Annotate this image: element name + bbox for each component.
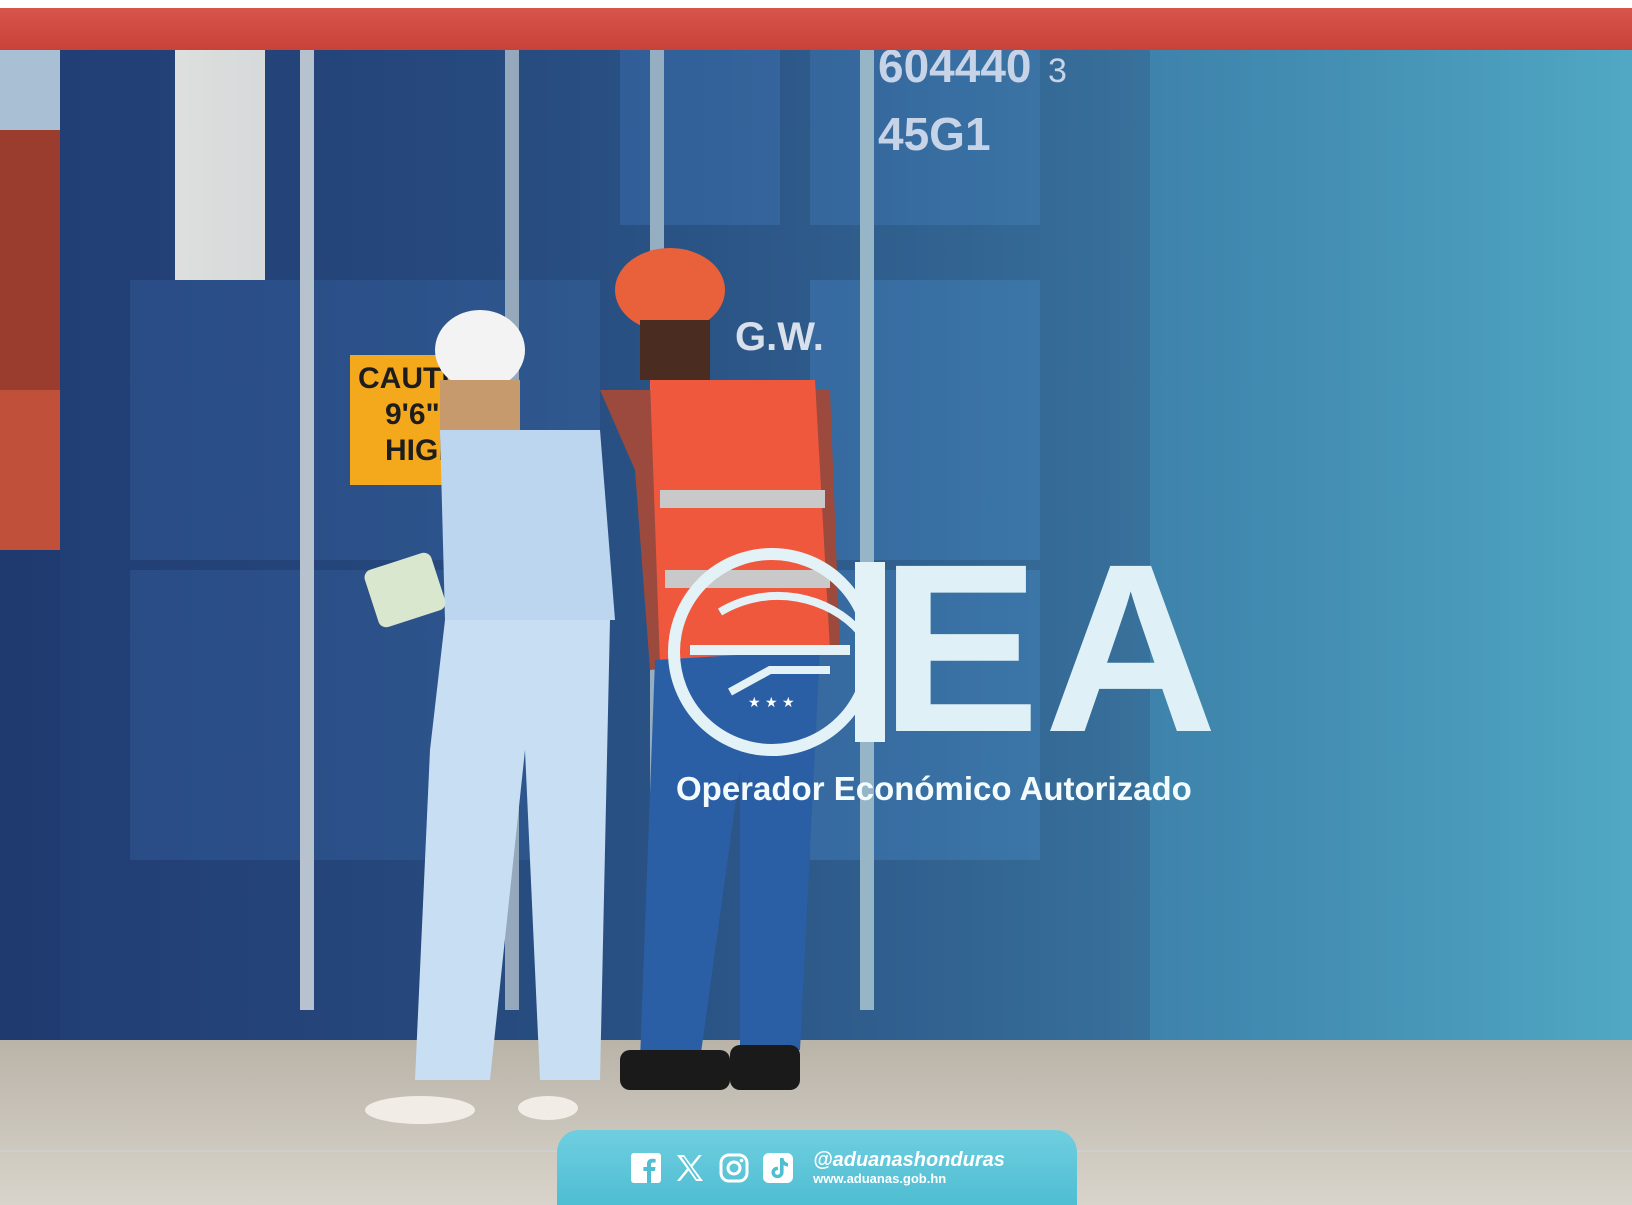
white-hard-hat [435, 310, 525, 390]
boot [620, 1050, 730, 1090]
caution-line-2: 9'6" [385, 398, 440, 431]
orange-hard-hat [615, 248, 725, 332]
container-type: 45G1 [878, 108, 991, 160]
oea-subtitle: Operador Económico Autorizado [676, 770, 1192, 807]
boot [730, 1045, 800, 1090]
tiktok-icon[interactable] [761, 1151, 795, 1185]
oea-logo: ★ ★ ★ EA Operador Económico Autorizado [660, 514, 1260, 818]
gw-mark: G.W. [735, 315, 824, 359]
svg-text:★ ★ ★: ★ ★ ★ [748, 695, 795, 711]
woman-vest [440, 430, 615, 620]
social-footer: @aduanashonduras www.aduanas.gob.hn [557, 1130, 1077, 1205]
shoe [365, 1096, 475, 1124]
page: 604440 3 45G1 G.W. CAUTIC 9'6" HIGH ★ ★ … [0, 0, 1632, 1205]
container-code-digit: 3 [1048, 52, 1067, 90]
facebook-icon[interactable] [629, 1151, 663, 1185]
woman-head [440, 380, 520, 430]
top-bar [0, 8, 1632, 50]
website-link[interactable]: www.aduanas.gob.hn [813, 1172, 1005, 1185]
shoe [518, 1096, 578, 1120]
x-icon[interactable] [673, 1151, 707, 1185]
contact-text: @aduanashonduras www.aduanas.gob.hn [813, 1150, 1005, 1185]
container-code: 604440 [878, 50, 1032, 92]
vest-reflective-stripe [660, 490, 825, 508]
social-handle[interactable]: @aduanashonduras [813, 1150, 1005, 1170]
oea-emblem-icon: ★ ★ ★ [668, 548, 885, 756]
hero-photo: 604440 3 45G1 G.W. CAUTIC 9'6" HIGH ★ ★ … [0, 50, 1632, 1205]
man-head [640, 320, 710, 380]
oea-letters: EA [880, 514, 1222, 782]
instagram-icon[interactable] [717, 1151, 751, 1185]
bg-container-red [0, 130, 60, 390]
bg-container-orange [0, 390, 60, 550]
